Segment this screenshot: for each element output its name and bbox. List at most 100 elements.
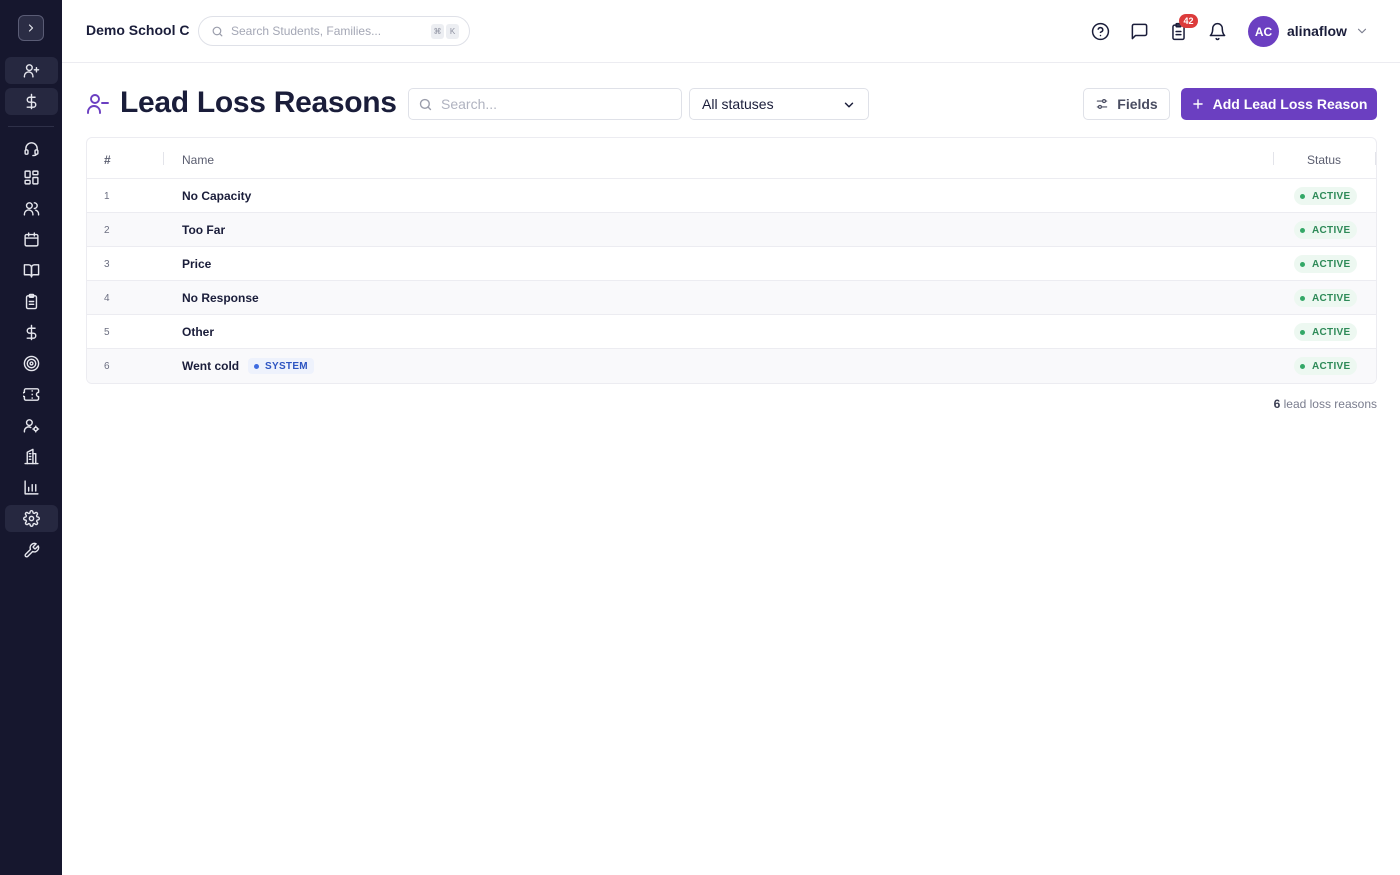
help-circle-icon (1091, 22, 1109, 40)
sidebar-item-settings[interactable] (5, 505, 58, 532)
building-icon (24, 448, 39, 465)
sidebar-item-locations[interactable] (5, 443, 58, 470)
user-cog-icon (23, 419, 40, 433)
sliders-icon (1097, 99, 1108, 109)
table-row[interactable]: 4 No Response ACTIVE (87, 281, 1376, 315)
table-row[interactable]: 2 Too Far ACTIVE (87, 213, 1376, 247)
column-resize-handle[interactable] (1273, 152, 1274, 165)
global-search[interactable]: ⌘ K (198, 16, 470, 46)
row-number: 6 (104, 361, 110, 372)
status-badge-label: ACTIVE (1312, 326, 1351, 338)
bar-chart-icon (24, 480, 39, 495)
avatar[interactable]: AC (1248, 16, 1279, 47)
tasks-badge: 42 (1179, 14, 1198, 28)
row-name[interactable]: Other (182, 325, 214, 339)
clipboard-icon (25, 293, 38, 310)
username[interactable]: alinaflow (1287, 23, 1347, 39)
fields-button-label: Fields (1117, 96, 1158, 112)
status-dot (1300, 261, 1305, 267)
sidebar-item-students[interactable] (5, 195, 58, 222)
status-badge-label: ACTIVE (1312, 258, 1351, 270)
sidebar-item-calendar[interactable] (5, 226, 58, 253)
status-dot (1300, 227, 1305, 233)
chevron-right-icon (28, 24, 34, 32)
status-dot (1300, 193, 1305, 199)
tasks-button[interactable]: 42 (1167, 14, 1198, 42)
status-badge: ACTIVE (1294, 323, 1358, 341)
status-badge-label: ACTIVE (1312, 224, 1351, 236)
column-header-num[interactable]: # (104, 153, 111, 167)
list-search-input[interactable] (441, 96, 671, 112)
table-row[interactable]: 6 Went cold SYSTEM ACTIVE (87, 349, 1376, 383)
row-name[interactable]: Price (182, 257, 211, 271)
ticket-icon (23, 388, 40, 401)
status-badge: ACTIVE (1294, 187, 1358, 205)
sidebar-item-attendance[interactable] (5, 288, 58, 315)
add-button-label: Add Lead Loss Reason (1212, 96, 1368, 112)
sidebar-item-dashboard[interactable] (5, 164, 58, 191)
column-resize-handle[interactable] (163, 152, 164, 165)
row-name[interactable]: Went cold (182, 359, 239, 373)
sidebar-item-finance[interactable] (5, 319, 58, 346)
column-header-status[interactable]: Status (1307, 153, 1341, 167)
fields-button[interactable]: Fields (1083, 88, 1170, 120)
sidebar (0, 0, 62, 875)
sidebar-expand-button[interactable] (18, 15, 44, 41)
status-badge: ACTIVE (1294, 357, 1358, 375)
messages-button[interactable] (1128, 20, 1150, 42)
row-name[interactable]: No Capacity (182, 189, 251, 203)
status-filter-value: All statuses (702, 96, 774, 112)
dollar-icon (26, 93, 37, 110)
column-header-name[interactable]: Name (182, 153, 214, 167)
sidebar-item-staff[interactable] (5, 412, 58, 439)
status-badge: ACTIVE (1294, 255, 1358, 273)
table-row[interactable]: 5 Other ACTIVE (87, 315, 1376, 349)
row-name[interactable]: No Response (182, 291, 259, 305)
status-dot (1300, 295, 1305, 301)
row-name[interactable]: Too Far (182, 223, 225, 237)
system-badge-label: SYSTEM (265, 360, 308, 372)
record-count-label: lead loss reasons (1283, 397, 1377, 411)
chevron-down-icon[interactable] (1355, 24, 1369, 38)
column-resize-handle[interactable] (1375, 152, 1376, 165)
search-icon (212, 26, 223, 36)
wrench-icon (24, 542, 40, 558)
top-bar: Demo School C ⌘ K 42 AC alinaflow (62, 0, 1400, 63)
status-badge-label: ACTIVE (1312, 190, 1351, 202)
record-count: 6 lead loss reasons (1170, 397, 1377, 411)
system-badge: SYSTEM (248, 358, 314, 374)
status-dot (1300, 363, 1305, 369)
sidebar-item-support[interactable] (5, 135, 58, 162)
sidebar-item-goals[interactable] (5, 350, 58, 377)
status-filter-select[interactable]: All statuses (689, 88, 869, 120)
help-button[interactable] (1089, 20, 1111, 42)
dollar-icon (26, 324, 37, 341)
add-lead-loss-reason-button[interactable]: Add Lead Loss Reason (1181, 88, 1377, 120)
chevron-down-icon (844, 102, 854, 108)
table-header: # Name Status (87, 138, 1376, 179)
sidebar-divider (8, 126, 54, 127)
user-plus-icon (23, 64, 40, 78)
headset-icon (24, 142, 39, 157)
status-dot (1300, 329, 1305, 335)
row-number: 4 (104, 293, 110, 304)
bell-icon (1209, 22, 1225, 40)
record-count-number: 6 (1273, 397, 1281, 411)
global-search-input[interactable] (231, 24, 421, 38)
sidebar-item-courses[interactable] (5, 257, 58, 284)
lead-loss-reasons-table: # Name Status 1 No Capacity ACTIVE 2 Too… (86, 137, 1377, 384)
table-row[interactable]: 1 No Capacity ACTIVE (87, 179, 1376, 213)
status-badge-label: ACTIVE (1312, 292, 1351, 304)
sidebar-item-billing[interactable] (5, 88, 58, 115)
list-search[interactable] (408, 88, 682, 120)
row-number: 3 (104, 259, 110, 270)
sidebar-item-tickets[interactable] (5, 381, 58, 408)
notifications-button[interactable] (1206, 20, 1228, 42)
table-row[interactable]: 3 Price ACTIVE (87, 247, 1376, 281)
sidebar-item-reports[interactable] (5, 474, 58, 501)
sidebar-item-tools[interactable] (5, 537, 58, 564)
sidebar-item-leads[interactable] (5, 57, 58, 84)
shortcut-key-k: K (446, 24, 459, 39)
status-badge: ACTIVE (1294, 221, 1358, 239)
book-open-icon (23, 264, 40, 278)
